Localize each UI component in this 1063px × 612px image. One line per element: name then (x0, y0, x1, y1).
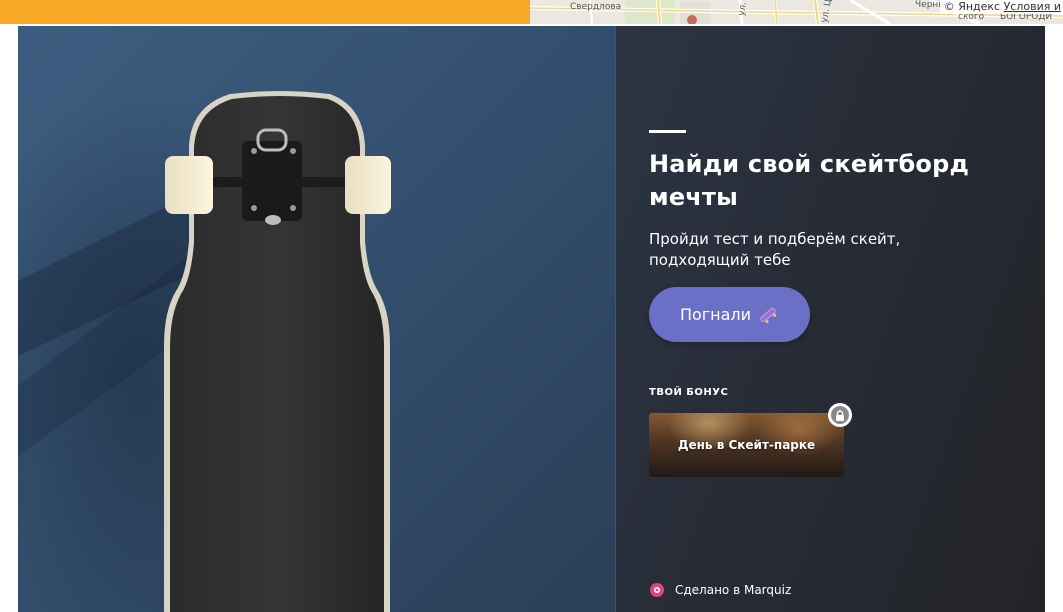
map-provider-label: Яндекс (958, 0, 1001, 13)
lock-icon (836, 409, 844, 421)
quiz-title: Найди свой скейтборд мечты (649, 150, 970, 211)
map-embed[interactable]: Свердлова ул. ул. Ц Черны ского БОГОРОДИ… (530, 0, 1063, 24)
copyright-icon: © (943, 0, 955, 13)
bonus-card: День в Скейт-парке (649, 413, 844, 477)
map-terms-link[interactable]: Условия и (1004, 0, 1061, 13)
quiz-subtitle: Пройди тест и подберём скейт, подходящий… (649, 230, 901, 269)
quiz-intro-panel: Найди свой скейтборд мечты Пройди тест и… (615, 26, 1045, 612)
skateboard-icon (760, 307, 777, 323)
marquiz-logo-icon (650, 583, 664, 597)
longboard-photo (18, 26, 615, 612)
bonus-label: ТВОЙ БОНУС (649, 387, 729, 398)
made-in-label: Сделано в Marquiz (675, 583, 792, 597)
start-quiz-button[interactable]: Погнали (649, 287, 810, 342)
map-street-label: Свердлова (570, 2, 622, 12)
made-in-marquiz-link[interactable]: Сделано в Marquiz (649, 582, 791, 598)
quiz-start-screen: Найди свой скейтборд мечты Пройди тест и… (18, 26, 1045, 612)
bonus-lock-badge (828, 403, 852, 427)
lock-icon-bg (831, 406, 849, 424)
map-attribution: © Яндекс Условия и (939, 0, 1063, 14)
title-accent-line (649, 130, 686, 133)
start-button-label: Погнали (679, 305, 752, 324)
top-orange-bar (0, 0, 530, 24)
bonus-card-text: День в Скейт-парке (677, 438, 816, 452)
